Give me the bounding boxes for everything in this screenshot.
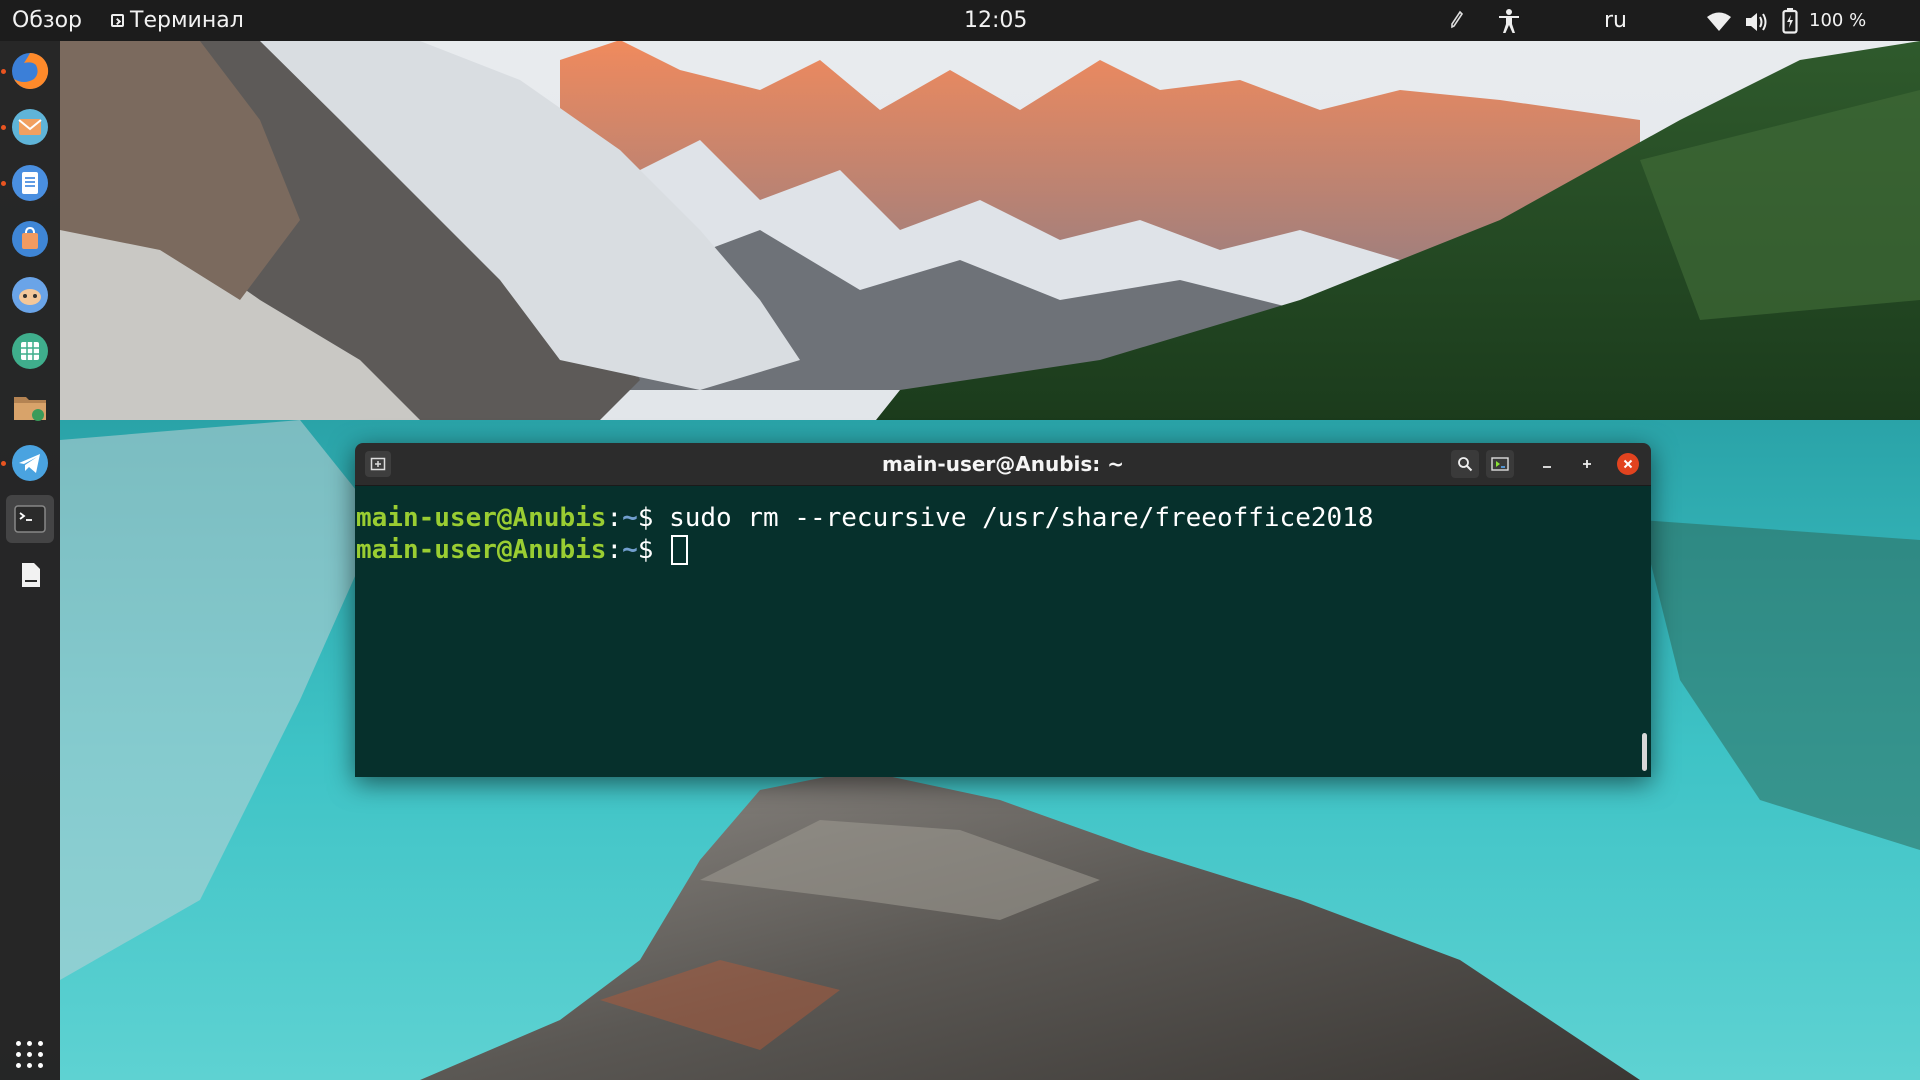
command-text: sudo rm --recursive /usr/share/freeoffic… [669,503,1374,533]
firefox-icon [12,52,49,89]
telegram-icon [12,445,48,481]
app-menu-label: Терминал [130,8,244,33]
dock-item-files[interactable] [6,383,54,431]
dock-item-spreadsheet[interactable] [6,327,54,375]
dock-item-software-center[interactable] [6,215,54,263]
dock-item-text-editor[interactable] [6,159,54,207]
prompt-path: ~ [622,535,638,565]
maximize-button[interactable] [1573,450,1601,478]
document-icon [12,165,48,201]
file-icon [22,563,40,587]
remote-icon [12,277,48,313]
dock [0,41,60,1080]
dock-item-firefox[interactable] [6,47,54,95]
dock-item-thunderbird[interactable] [6,103,54,151]
text-cursor [671,535,689,565]
terminal-icon [14,505,46,533]
clock[interactable]: 12:05 [964,0,1027,41]
dock-item-telegram[interactable] [6,439,54,487]
prompt-separator: : [606,535,623,565]
dock-item-terminal[interactable] [6,495,54,543]
search-icon [1458,457,1473,472]
hamburger-menu-button[interactable] [1486,450,1514,478]
terminal-titlebar[interactable]: main-user@Anubis: ~ [355,443,1651,486]
volume-icon[interactable] [1744,11,1770,39]
top-bar: Обзор Терминал 12:05 ru 100 % [0,0,1920,41]
terminal-window[interactable]: main-user@Anubis: ~ main-user@Anubis:~$ … [355,443,1651,777]
prompt-separator: : [606,503,623,533]
accessibility-icon[interactable] [1497,8,1521,40]
dock-item-text-file[interactable] [6,551,54,599]
show-applications-button[interactable] [16,1041,44,1069]
close-icon [1623,459,1633,469]
dock-item-remote[interactable] [6,271,54,319]
terminal-app-icon [111,14,124,27]
pen-icon[interactable] [1450,10,1464,38]
wifi-icon[interactable] [1706,12,1732,38]
search-button[interactable] [1451,450,1479,478]
bag-icon [12,221,48,257]
terminal-line: main-user@Anubis:~$ [356,534,689,566]
prompt-user-host: main-user@Anubis [356,503,607,533]
prompt-path: ~ [622,503,638,533]
scrollbar[interactable] [1642,733,1647,771]
terminal-line: main-user@Anubis:~$ sudo rm --recursive … [356,502,1373,534]
language-indicator[interactable]: ru [1604,0,1627,41]
menu-icon [1491,457,1509,471]
maximize-icon [1583,460,1591,468]
spreadsheet-icon [12,333,48,369]
prompt-symbol: $ [637,503,670,533]
mail-icon [12,109,48,145]
prompt-symbol: $ [637,535,670,565]
folder-icon [14,397,46,421]
minimize-button[interactable] [1533,450,1561,478]
close-button[interactable] [1617,453,1639,475]
activities-button[interactable]: Обзор [12,0,82,41]
battery-percentage[interactable]: 100 % [1809,0,1866,41]
prompt-user-host: main-user@Anubis [356,535,607,565]
minimize-icon [1543,466,1551,468]
battery-icon[interactable] [1782,8,1798,40]
terminal-output[interactable]: main-user@Anubis:~$ sudo rm --recursive … [355,486,1651,777]
app-menu[interactable]: Терминал [111,0,244,41]
